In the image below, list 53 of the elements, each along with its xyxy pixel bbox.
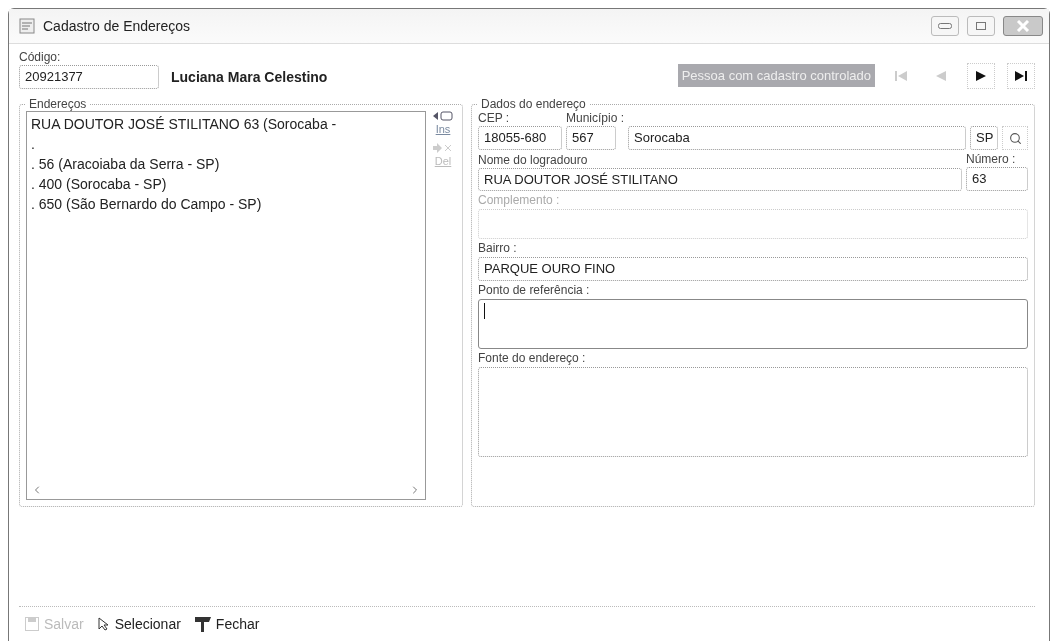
address-item[interactable]: . 56 (Aracoiaba da Serra - SP): [31, 154, 421, 174]
neighborhood-field[interactable]: PARQUE OURO FINO: [478, 257, 1028, 281]
address-item[interactable]: . 400 (Sorocaba - SP): [31, 174, 421, 194]
select-button[interactable]: Selecionar: [97, 616, 181, 632]
neighborhood-label: Bairro :: [478, 241, 518, 255]
minimize-icon: [938, 23, 952, 29]
last-record-button[interactable]: [1007, 63, 1035, 89]
group-title: Dados do endereço: [480, 97, 587, 111]
maximize-icon: [976, 22, 986, 30]
reference-label: Ponto de referência :: [478, 283, 591, 297]
address-item[interactable]: RUA DOUTOR JOSÉ STILITANO 63 (Sorocaba -: [31, 114, 421, 134]
source-field[interactable]: [478, 367, 1028, 457]
signpost-icon: [194, 616, 211, 632]
next-record-button[interactable]: [967, 63, 995, 89]
municipio-code-field[interactable]: 567: [566, 126, 616, 150]
address-item[interactable]: . 650 (São Bernardo do Campo - SP): [31, 194, 421, 214]
source-label: Fonte do endereço :: [478, 351, 587, 365]
complement-label: Complemento :: [478, 193, 561, 207]
previous-record-icon: [936, 71, 946, 81]
complement-field[interactable]: [478, 209, 1028, 239]
insert-row-icon: [433, 111, 453, 121]
close-button[interactable]: [1003, 16, 1043, 36]
minimize-button[interactable]: [931, 16, 959, 36]
last-record-icon: [1015, 71, 1027, 81]
number-label: Número :: [966, 152, 1017, 166]
address-item[interactable]: .: [31, 134, 421, 154]
next-record-icon: [976, 71, 986, 81]
group-title: Endereços: [28, 97, 88, 111]
status-badge: Pessoa com cadastro controlado: [677, 64, 875, 87]
code-field[interactable]: 20921377: [19, 65, 159, 89]
reference-field[interactable]: [478, 299, 1028, 349]
municipio-label: Município :: [566, 111, 625, 125]
insert-button[interactable]: Ins: [433, 111, 453, 135]
app-icon: [19, 18, 35, 34]
maximize-button[interactable]: [967, 16, 995, 36]
code-label: Código:: [19, 50, 62, 64]
street-field[interactable]: RUA DOUTOR JOSÉ STILITANO: [478, 168, 962, 191]
person-name: Luciana Mara Celestino: [171, 69, 328, 87]
number-field[interactable]: 63: [966, 167, 1028, 191]
search-button[interactable]: [1002, 126, 1028, 150]
cep-field[interactable]: 18055-680: [478, 126, 562, 150]
state-field[interactable]: SP: [970, 126, 998, 150]
window-title: Cadastro de Endereços: [43, 18, 192, 34]
close-button[interactable]: Fechar: [194, 616, 260, 632]
delete-row-icon: [433, 143, 453, 153]
cursor-icon: [97, 617, 110, 631]
first-record-icon: [895, 71, 907, 81]
search-icon: [1008, 131, 1022, 145]
text-cursor: [484, 303, 485, 319]
cep-label: CEP :: [478, 111, 511, 125]
municipio-name-field[interactable]: Sorocaba: [628, 126, 966, 150]
close-icon: [1016, 20, 1030, 32]
street-label: Nome do logradouro: [478, 153, 589, 167]
